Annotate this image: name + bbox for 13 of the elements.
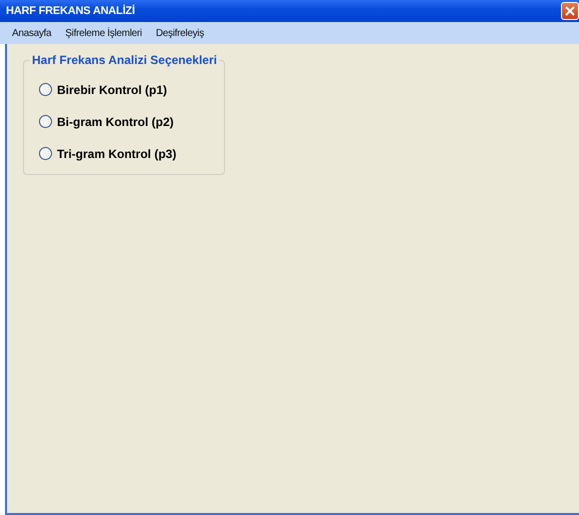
radio-label: Bi-gram Kontrol (p2): [57, 114, 174, 128]
menu-item[interactable]: Anasayfa: [12, 28, 52, 38]
menu-item[interactable]: Deşifreleyiş: [156, 28, 204, 38]
radio-label: Birebir Kontrol (p1): [57, 82, 167, 96]
close-button[interactable]: [561, 2, 579, 20]
group-title: Harf Frekans Analizi Seçenekleri: [31, 53, 218, 67]
close-icon: [565, 6, 575, 16]
window-title: HARF FREKANS ANALİZİ: [6, 5, 135, 17]
radio-button[interactable]: [39, 115, 52, 128]
radio-button[interactable]: [39, 147, 52, 160]
radio-button[interactable]: [39, 83, 52, 96]
menu-item[interactable]: Şifreleme İşlemleri: [65, 28, 142, 38]
radio-label: Tri-gram Kontrol (p3): [57, 146, 176, 160]
